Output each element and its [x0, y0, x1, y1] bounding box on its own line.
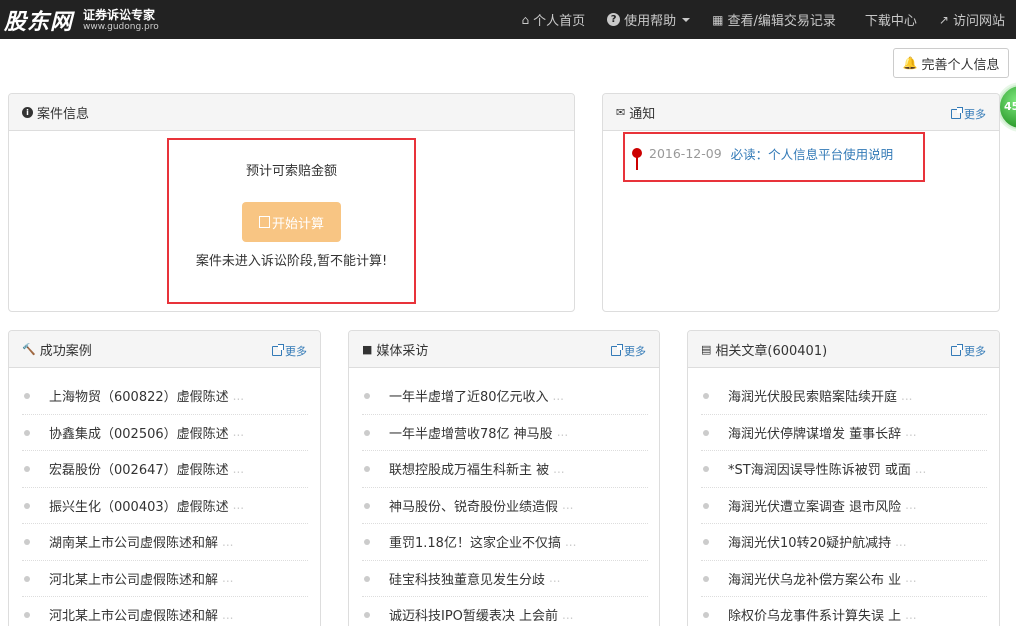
nav-item-home[interactable]: ⌂ 个人首页 [511, 0, 597, 39]
list-item[interactable]: 除权价乌龙事件系计算失误 上... [701, 597, 987, 626]
gavel-icon: 🔨 [22, 342, 36, 356]
complete-profile-button[interactable]: 🔔 完善个人信息 [893, 48, 1009, 78]
list-item[interactable]: 海润光伏乌龙补偿方案公布 业... [701, 561, 987, 597]
list-item[interactable]: 海润光伏遭立案调查 退市风险... [701, 488, 987, 524]
list-item[interactable]: 一年半虚增营收78亿 神马股... [362, 415, 648, 451]
brand[interactable]: 股东网 证券诉讼专家 www.gudong.pro [4, 4, 159, 36]
panel-title: 相关文章(600401) [715, 343, 828, 359]
panel-title: 成功案例 [39, 343, 92, 359]
nav-item-help[interactable]: ? 使用帮助 [596, 0, 701, 39]
nav-item-trade-records[interactable]: ▦ 查看/编辑交易记录 [701, 0, 847, 39]
external-link-icon: ↗ [938, 12, 949, 27]
list-item[interactable]: 河北某上市公司虚假陈述和解... [22, 597, 308, 626]
list-item[interactable]: 联想控股成万福生科新主 被... [362, 451, 648, 488]
home-icon: ⌂ [521, 12, 530, 27]
info-icon: i [22, 106, 33, 118]
video-camera-icon: ■ [362, 342, 373, 356]
bell-icon: 🔔 [902, 56, 918, 70]
external-link-icon [951, 107, 963, 119]
newspaper-icon: ▤ [701, 342, 712, 356]
list-item[interactable]: 海润光伏停牌谋增发 董事长辞... [701, 415, 987, 451]
envelope-icon: ✉ [616, 105, 626, 119]
nav-menu: ⌂ 个人首页 ? 使用帮助 ▦ 查看/编辑交易记录 下载中心 ↗ 访问网站 [511, 0, 1016, 39]
floating-badge[interactable]: 45 [998, 84, 1016, 130]
brand-url: www.gudong.pro [83, 21, 159, 32]
success-cases-list: 上海物贸（600822）虚假陈述... 协鑫集成（002506）虚假陈述... … [22, 378, 308, 626]
more-link[interactable]: 更多 [272, 343, 307, 359]
articles-list: 海润光伏股民索赔案陆续开庭... 海润光伏停牌谋增发 董事长辞... *ST海润… [701, 378, 987, 626]
list-item[interactable]: 上海物贸（600822）虚假陈述... [22, 378, 308, 415]
highlight-box [623, 132, 925, 182]
panel-heading: i 案件信息 [9, 94, 574, 131]
notice-panel: ✉ 通知 更多 2016-12-09 必读：个人信息平台使用说明 [602, 93, 1000, 312]
more-link[interactable]: 更多 [611, 343, 646, 359]
list-item[interactable]: 海润光伏股民索赔案陆续开庭... [701, 378, 987, 415]
media-list: 一年半虚增了近80亿元收入... 一年半虚增营收78亿 神马股... 联想控股成… [362, 378, 648, 626]
panel-title: 媒体采访 [376, 343, 429, 359]
panel-heading: ✉ 通知 更多 [603, 94, 999, 131]
list-item[interactable]: 宏磊股份（002647）虚假陈述... [22, 451, 308, 488]
list-item[interactable]: 硅宝科技独董意见发生分歧... [362, 561, 648, 597]
media-interviews-panel: ■ 媒体采访 更多 一年半虚增了近80亿元收入... 一年半虚增营收78亿 神马… [348, 330, 660, 626]
panel-title: 通知 [629, 106, 656, 122]
question-icon: ? [607, 13, 621, 26]
list-item[interactable]: 神马股份、锐奇股份业绩造假... [362, 488, 648, 524]
panel-heading: 🔨 成功案例 更多 [9, 331, 320, 368]
more-link[interactable]: 更多 [951, 106, 986, 122]
top-navbar: 股东网 证券诉讼专家 www.gudong.pro ⌂ 个人首页 ? 使用帮助 … [0, 0, 1016, 39]
panel-heading: ■ 媒体采访 更多 [349, 331, 659, 368]
more-link[interactable]: 更多 [951, 343, 986, 359]
highlight-box [167, 138, 416, 304]
chevron-down-icon [682, 17, 691, 22]
nav-item-visit-site[interactable]: ↗ 访问网站 [928, 0, 1016, 39]
success-cases-panel: 🔨 成功案例 更多 上海物贸（600822）虚假陈述... 协鑫集成（00250… [8, 330, 321, 626]
calculator-icon: ▦ [712, 12, 724, 27]
brand-slogan: 证券诉讼专家 [83, 7, 156, 22]
list-item[interactable]: 湖南某上市公司虚假陈述和解... [22, 524, 308, 561]
list-item[interactable]: 河北某上市公司虚假陈述和解... [22, 561, 308, 597]
list-item[interactable]: 诚迈科技IPO暂缓表决 上会前... [362, 597, 648, 626]
brand-logo: 股东网 [4, 9, 74, 35]
list-item[interactable]: 海润光伏10转20疑护航减持... [701, 524, 987, 561]
external-link-icon [272, 344, 284, 356]
external-link-icon [611, 344, 623, 356]
list-item[interactable]: 一年半虚增了近80亿元收入... [362, 378, 648, 415]
list-item[interactable]: 振兴生化（000403）虚假陈述... [22, 488, 308, 524]
case-info-panel: i 案件信息 预计可索赔金额 开始计算 案件未进入诉讼阶段,暂不能计算! [8, 93, 575, 312]
nav-item-downloads[interactable]: 下载中心 [847, 0, 928, 39]
panel-title: 案件信息 [37, 106, 90, 122]
list-item[interactable]: 协鑫集成（002506）虚假陈述... [22, 415, 308, 451]
list-item[interactable]: *ST海润因误导性陈诉被罚 或面... [701, 451, 987, 488]
external-link-icon [951, 344, 963, 356]
list-item[interactable]: 重罚1.18亿！这家企业不仅搞... [362, 524, 648, 561]
related-articles-panel: ▤ 相关文章(600401) 更多 海润光伏股民索赔案陆续开庭... 海润光伏停… [687, 330, 1000, 626]
panel-heading: ▤ 相关文章(600401) 更多 [688, 331, 999, 368]
